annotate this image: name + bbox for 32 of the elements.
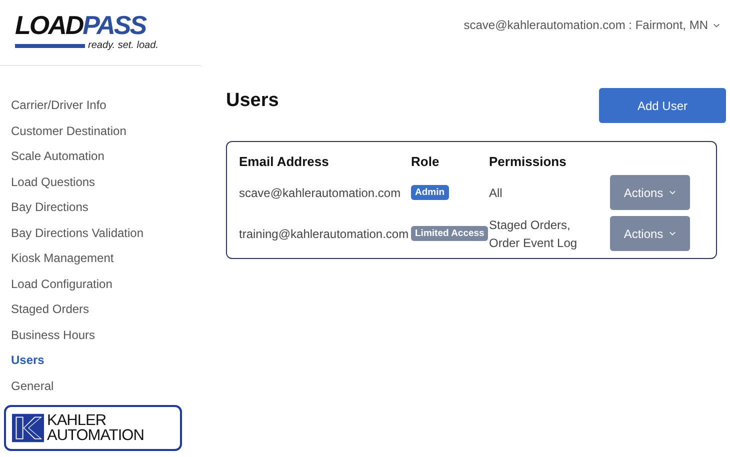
permission-text: Order Event Log bbox=[489, 234, 578, 252]
permission-text: Staged Orders, bbox=[489, 216, 572, 234]
kahler-logo: KAHLER AUTOMATION bbox=[4, 405, 182, 451]
role-badge: Admin bbox=[411, 185, 449, 200]
role-badge: Limited Access bbox=[411, 226, 488, 241]
column-header: Role bbox=[411, 154, 440, 168]
actions-button[interactable]: Actions bbox=[610, 216, 690, 251]
sidebar-item[interactable]: Customer Destination bbox=[11, 118, 126, 144]
sidebar-item[interactable]: Scale Automation bbox=[11, 144, 104, 170]
sidebar-item[interactable]: Carrier/Driver Info bbox=[11, 93, 106, 118]
sidebar-item[interactable]: Staged Orders bbox=[11, 297, 90, 322]
column-header: Email Address bbox=[239, 154, 330, 168]
sidebar-item[interactable]: Bay Directions Validation bbox=[11, 220, 144, 246]
sidebar-item[interactable]: General bbox=[11, 374, 54, 399]
email-cell-text: training@kahlerautomation.com bbox=[239, 226, 410, 240]
loadpass-logo: LOADPASS ready. set. load. bbox=[15, 11, 158, 51]
sidebar-item[interactable]: Load Questions bbox=[11, 170, 96, 195]
chevron-down-icon bbox=[669, 190, 676, 195]
account-menu[interactable]: scave@kahlerautomation.com : Fairmont, MN bbox=[464, 18, 720, 32]
permission-text: All bbox=[489, 184, 504, 202]
actions-button[interactable]: Actions bbox=[610, 175, 690, 210]
chevron-down-icon bbox=[669, 231, 676, 236]
chevron-down-icon bbox=[713, 22, 720, 28]
column-header: Permissions bbox=[489, 154, 568, 168]
sidebar-item[interactable]: Load Configuration bbox=[11, 272, 112, 297]
sidebar-item[interactable]: Bay Directions bbox=[11, 195, 88, 220]
sidebar-item[interactable]: Kiosk Management bbox=[11, 246, 114, 272]
add-user-button[interactable]: Add User bbox=[599, 88, 726, 123]
email-cell-text: scave@kahlerautomation.com bbox=[239, 186, 402, 200]
sidebar-item[interactable]: Business Hours bbox=[11, 322, 96, 348]
sidebar-item[interactable]: Users bbox=[11, 348, 44, 374]
page-title: Users bbox=[226, 90, 279, 112]
